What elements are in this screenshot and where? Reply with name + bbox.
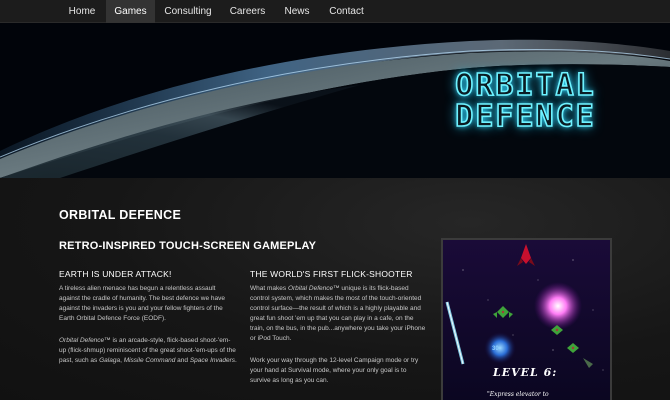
main-nav: Home Games Consulting Careers News Conta…: [0, 0, 670, 23]
right-column-heading: THE WORLD'S FIRST FLICK-SHOOTER: [250, 269, 413, 279]
ref-space-invaders: Space Invaders: [189, 357, 235, 365]
nav-consulting[interactable]: Consulting: [155, 0, 221, 23]
nav-news[interactable]: News: [274, 0, 320, 23]
game-screenshot: 30 LEVEL 6: "Express elevator to: [441, 238, 612, 400]
paragraph-text: unique is its flick-based control system…: [250, 285, 426, 343]
right-column-paragraph-2: Work your way through the 12-level Campa…: [250, 357, 419, 385]
left-column-paragraph-2: Orbital Defence™ is an arcade-style, fli…: [59, 336, 237, 366]
nav-contact[interactable]: Contact: [320, 0, 373, 23]
ref-galaga: Galaga: [99, 357, 121, 365]
game-name: Orbital Defence™: [287, 285, 340, 292]
orbital-defence-logo: ORBITAL DEFENCE: [443, 68, 608, 134]
page-subtitle: RETRO-INSPIRED TOUCH-SCREEN GAMEPLAY: [59, 240, 317, 252]
nav-careers[interactable]: Careers: [221, 0, 274, 23]
level-label: LEVEL 6:: [493, 366, 558, 379]
logo-line-defence: DEFENCE: [454, 99, 596, 134]
left-column-heading: EARTH IS UNDER ATTACK!: [59, 269, 172, 279]
nav-games[interactable]: Games: [106, 0, 155, 23]
page-title: ORBITAL DEFENCE: [59, 208, 182, 222]
hero-banner: ORBITAL DEFENCE: [0, 23, 670, 178]
level-quote: "Express elevator to: [487, 391, 549, 398]
nav-home[interactable]: Home: [58, 0, 106, 23]
right-column-paragraph-1: What makes Orbital Defence™ unique is it…: [250, 284, 426, 345]
left-column-paragraph-1: A tireless alien menace has begun a rele…: [59, 285, 225, 323]
logo-line-orbital: ORBITAL: [454, 68, 596, 103]
paragraph-text: and: [175, 357, 190, 365]
game-name: Orbital Defence™: [59, 337, 111, 344]
paragraph-text: What makes: [250, 285, 288, 292]
score-indicator: 30: [492, 346, 499, 352]
paragraph-text: .: [235, 357, 237, 365]
ref-missile-command: Missile Command: [123, 357, 176, 365]
